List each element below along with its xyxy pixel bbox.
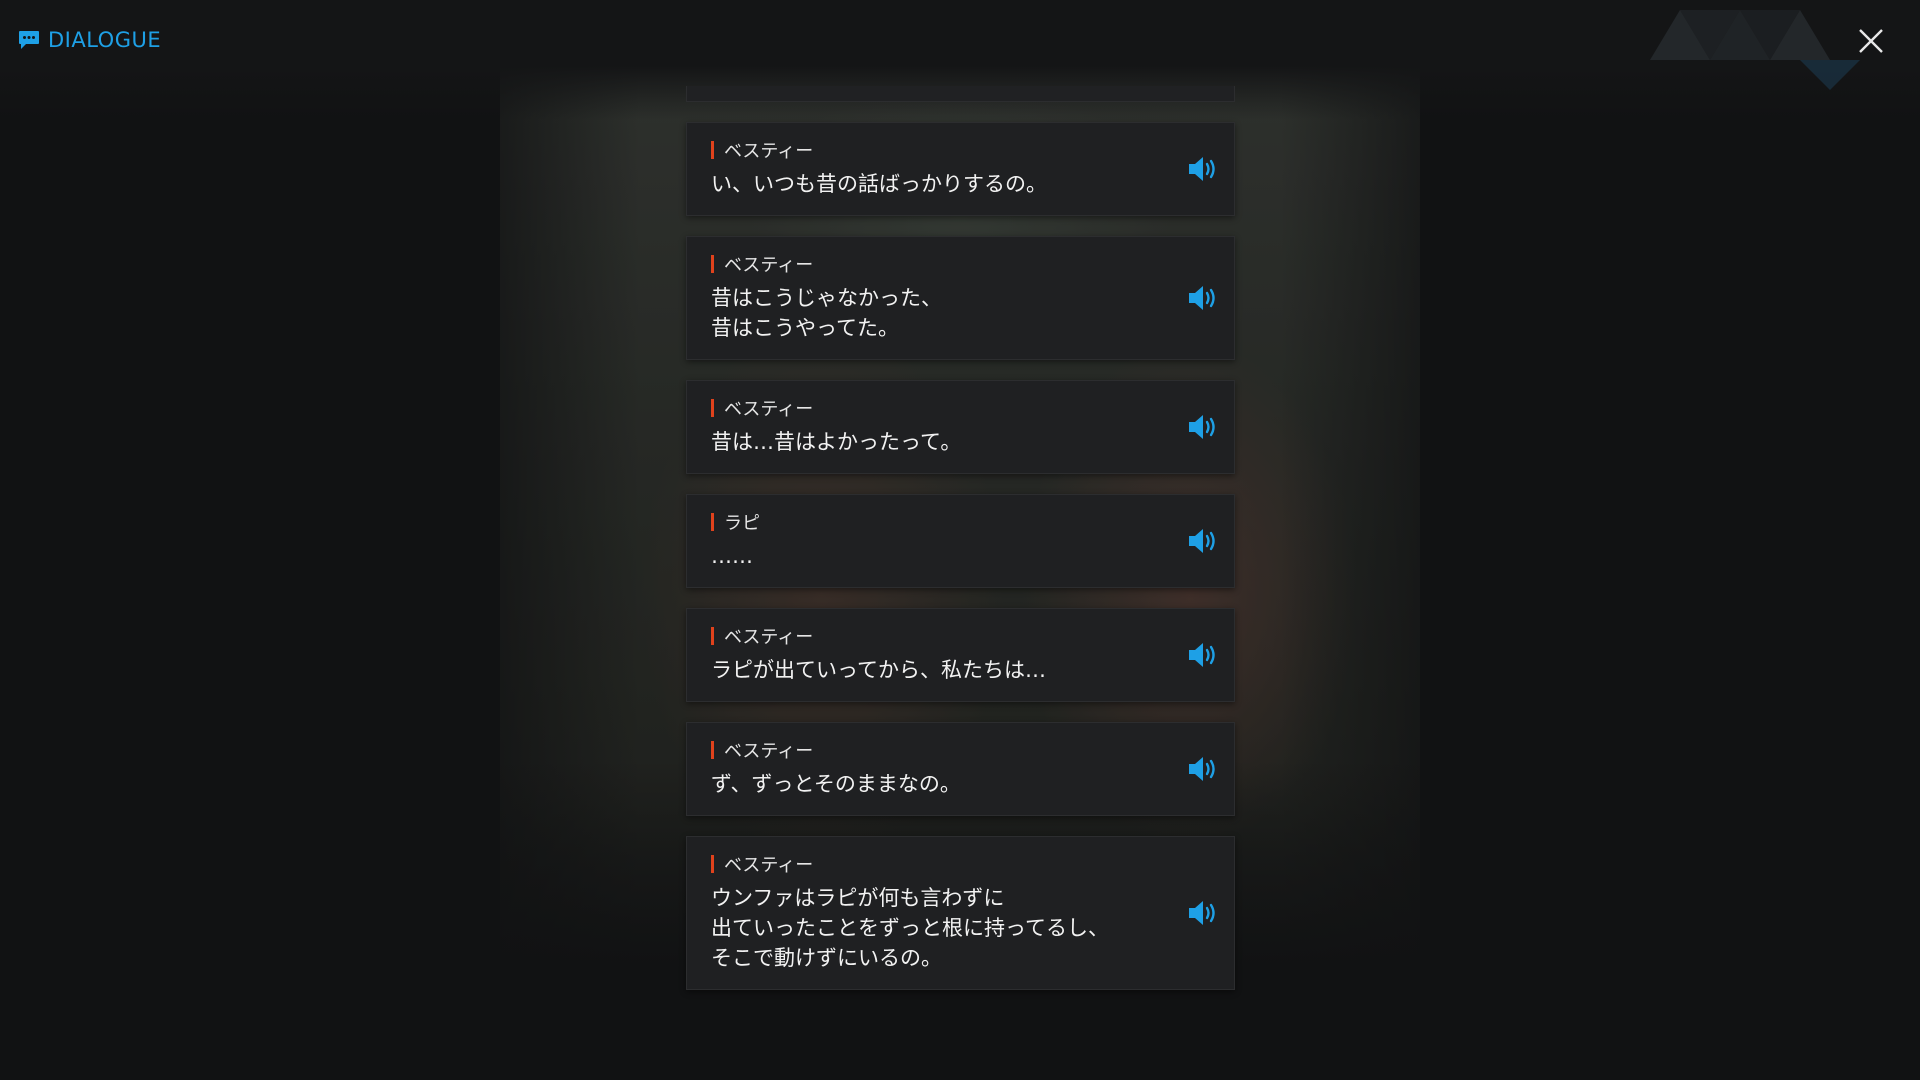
speaker-row: ベスティー: [711, 853, 1144, 876]
dialogue-text: 昔は…昔はよかったって。: [711, 430, 962, 454]
speaker-name: ベスティー: [724, 255, 814, 276]
play-voice-button[interactable]: [1186, 154, 1222, 184]
close-icon[interactable]: [1856, 26, 1886, 56]
speaker-marker: [711, 141, 714, 159]
triangle-pattern-icon: [1650, 10, 1860, 90]
speaker-volume-icon[interactable]: [1186, 640, 1222, 670]
dialogue-text: ず、ずっとそのままなの。: [711, 772, 961, 796]
speaker-name: ベスティー: [724, 855, 814, 876]
header: DIALOGUE: [18, 28, 161, 52]
speaker-row: ベスティー: [711, 625, 1144, 648]
speaker-marker: [711, 399, 714, 417]
dialogue-list: ベスティー い、いつも昔の話ばっかりするの。 ベスティー 昔はこうじゃなかった、 昔は…: [686, 122, 1235, 990]
close-button[interactable]: [1856, 26, 1886, 56]
page-title: DIALOGUE: [48, 28, 162, 52]
dialogue-card-partial: [686, 86, 1235, 102]
dialogue-card: ラピ ……: [686, 494, 1235, 588]
speaker-name: ベスティー: [724, 627, 814, 648]
play-voice-button[interactable]: [1186, 283, 1222, 313]
dialogue-log-screen: DIALOGUE ベスティー い、いつも昔の話ばっかりするの。 ベスティー 昔はこうじ…: [0, 0, 1920, 1080]
speaker-volume-icon[interactable]: [1186, 898, 1222, 928]
speaker-marker: [711, 627, 714, 645]
dialogue-text: 昔はこうじゃなかった、 昔はこうやってた。: [711, 286, 942, 340]
speaker-volume-icon[interactable]: [1186, 754, 1222, 784]
speaker-name: ラピ: [724, 513, 760, 534]
speaker-volume-icon[interactable]: [1186, 154, 1222, 184]
speaker-row: ベスティー: [711, 397, 1144, 420]
dialogue-card: ベスティー昔はこうじゃなかった、 昔はこうやってた。: [686, 236, 1235, 360]
play-voice-button[interactable]: [1186, 640, 1222, 670]
dialogue-log[interactable]: ベスティー い、いつも昔の話ばっかりするの。 ベスティー 昔はこうじゃなかった、 昔は…: [686, 0, 1235, 1080]
dialogue-text: ……: [711, 544, 753, 568]
dialogue-text: ウンファはラピが何も言わずに 出ていったことをずっと根に持ってるし、 そこで動け…: [711, 886, 1109, 970]
dialogue-text: い、いつも昔の話ばっかりするの。: [711, 172, 1047, 196]
dialogue-card: ベスティーい、いつも昔の話ばっかりするの。: [686, 122, 1235, 216]
dialogue-card: ベスティー昔は…昔はよかったって。: [686, 380, 1235, 474]
dialogue-card: ベスティーウンファはラピが何も言わずに 出ていったことをずっと根に持ってるし、 …: [686, 836, 1235, 990]
play-voice-button[interactable]: [1186, 754, 1222, 784]
speaker-marker: [711, 255, 714, 273]
play-voice-button[interactable]: [1186, 412, 1222, 442]
dialogue-card: ベスティーラピが出ていってから、私たちは…: [686, 608, 1235, 702]
chat-bubble-icon: [19, 31, 39, 49]
dialogue-card: ベスティーず、ずっとそのままなの。: [686, 722, 1235, 816]
play-voice-button[interactable]: [1186, 898, 1222, 928]
speaker-row: ラピ: [711, 511, 1144, 534]
speaker-name: ベスティー: [724, 141, 814, 162]
speaker-marker: [711, 513, 714, 531]
speaker-name: ベスティー: [724, 741, 814, 762]
speaker-volume-icon[interactable]: [1186, 412, 1222, 442]
speaker-marker: [711, 855, 714, 873]
speaker-marker: [711, 741, 714, 759]
speaker-row: ベスティー: [711, 739, 1144, 762]
speaker-name: ベスティー: [724, 399, 814, 420]
dialogue-text: ラピが出ていってから、私たちは…: [711, 658, 1046, 682]
speaker-volume-icon[interactable]: [1186, 526, 1222, 556]
play-voice-button[interactable]: [1186, 526, 1222, 556]
speaker-row: ベスティー: [711, 253, 1144, 276]
speaker-row: ベスティー: [711, 139, 1144, 162]
speaker-volume-icon[interactable]: [1186, 283, 1222, 313]
